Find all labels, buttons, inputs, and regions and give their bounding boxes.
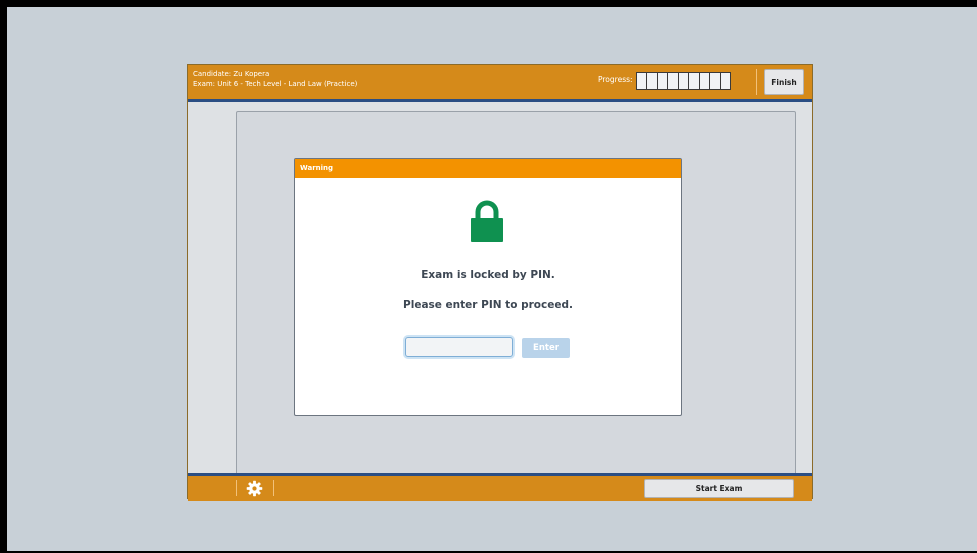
progress-segment	[720, 73, 730, 89]
exam-footer: Start Exam	[188, 473, 812, 501]
lock-icon	[471, 200, 503, 242]
progress-label: Progress:	[598, 75, 633, 84]
progress-segment	[647, 73, 657, 89]
content-area: Warning Exam is locked by PIN. Please en…	[236, 111, 796, 475]
exam-header: Candidate: Zu Kopera Exam: Unit 6 - Tech…	[188, 65, 812, 102]
exam-window: Candidate: Zu Kopera Exam: Unit 6 - Tech…	[187, 64, 813, 501]
enter-button[interactable]: Enter	[522, 338, 570, 358]
exam-name: Exam: Unit 6 - Tech Level - Land Law (Pr…	[193, 80, 358, 88]
footer-divider-right	[273, 480, 274, 496]
finish-button[interactable]: Finish	[764, 69, 804, 95]
candidate-name: Candidate: Zu Kopera	[193, 70, 270, 78]
progress-segment	[710, 73, 720, 89]
progress-segment	[637, 73, 647, 89]
screen-border: Candidate: Zu Kopera Exam: Unit 6 - Tech…	[0, 0, 977, 553]
warning-dialog: Warning Exam is locked by PIN. Please en…	[294, 158, 682, 416]
progress-bar	[636, 72, 731, 90]
gear-icon[interactable]	[246, 480, 263, 497]
locked-message: Exam is locked by PIN.	[421, 269, 555, 281]
dialog-title: Warning	[295, 159, 681, 178]
start-exam-button[interactable]: Start Exam	[644, 479, 794, 498]
progress-segment	[657, 73, 668, 89]
progress-segment	[699, 73, 710, 89]
progress-segment	[668, 73, 678, 89]
footer-divider-left	[236, 480, 237, 496]
enter-pin-message: Please enter PIN to proceed.	[403, 299, 573, 311]
progress-segment	[678, 73, 689, 89]
viewport: Candidate: Zu Kopera Exam: Unit 6 - Tech…	[7, 7, 977, 551]
header-divider	[756, 69, 757, 95]
pin-input[interactable]	[405, 337, 513, 357]
progress-segment	[689, 73, 699, 89]
